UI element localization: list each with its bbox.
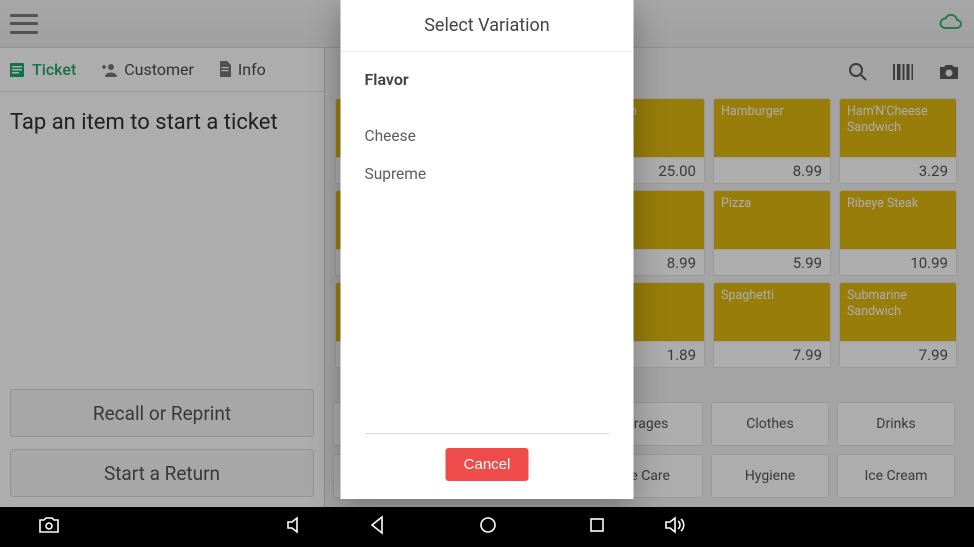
android-navbar	[0, 507, 974, 547]
cancel-button[interactable]: Cancel	[446, 448, 529, 481]
select-variation-dialog: Select Variation Flavor CheeseSupreme Ca…	[341, 0, 634, 499]
variation-group-label: Flavor	[365, 70, 610, 89]
screenshot-icon[interactable]	[38, 516, 60, 538]
dialog-title: Select Variation	[341, 0, 634, 52]
variation-option[interactable]: Supreme	[365, 155, 610, 193]
volume-down-icon[interactable]	[286, 516, 306, 538]
nav-recents-icon[interactable]	[588, 516, 606, 538]
nav-back-icon[interactable]	[368, 515, 388, 539]
volume-up-icon[interactable]	[664, 516, 688, 538]
variation-option[interactable]: Cheese	[365, 117, 610, 155]
nav-home-icon[interactable]	[478, 515, 498, 539]
